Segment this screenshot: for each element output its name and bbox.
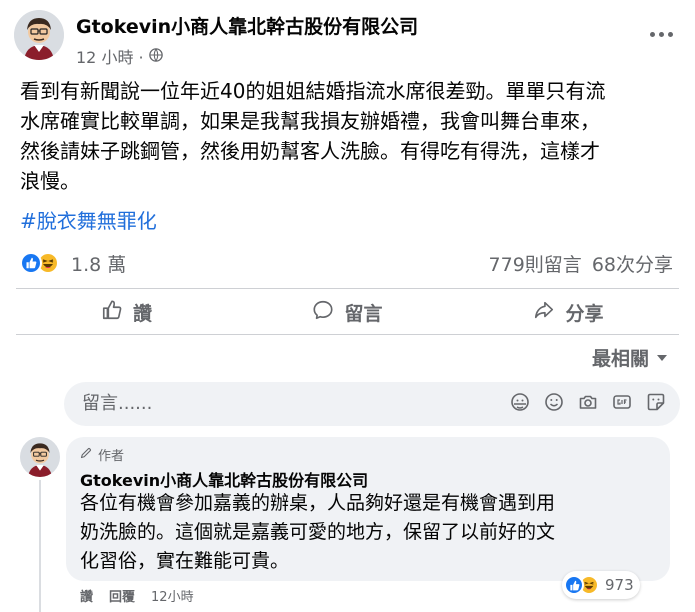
post-stats: 779則留言 68次分享 [489,250,673,277]
comment-like-button[interactable]: 讚 [80,586,93,605]
shares-count-link[interactable]: 68次分享 [592,250,673,277]
reaction-count: 1.8 萬 [71,253,127,276]
author-badge: 作者 [80,445,124,464]
post-time[interactable]: 12 小時 · [76,44,144,68]
post-author-name[interactable]: Gtokevin小商人靠北幹古股份有限公司 [76,12,418,39]
share-label: 分享 [565,302,604,325]
divider [16,334,679,335]
comment-author-name[interactable]: Gtokevin小商人靠北幹古股份有限公司 [80,467,368,491]
share-arrow-icon [533,299,555,326]
thumbs-up-icon [20,252,42,274]
comment-body: 各位有機會參加嘉義的辦桌，人品夠好還是有機會遇到用 奶洗臉的。這個就是嘉義可愛的… [80,489,660,576]
sort-label: 最相關 [591,348,649,370]
divider [16,288,679,289]
composer-tools [510,392,666,412]
comment-reply-button[interactable]: 回覆 [109,586,135,605]
more-options-button[interactable] [641,22,681,46]
avatar-sticker-icon[interactable] [510,392,530,412]
comment-timestamp[interactable]: 12小時 [151,586,194,605]
comment-actions: 讚 回覆 12小時 [80,586,194,605]
comment-bubble-icon [312,299,334,326]
hashtag-link[interactable]: #脫衣舞無罪化 [20,205,157,234]
comment-reaction-count: 973 [605,576,634,594]
like-label: 讚 [132,302,152,325]
post-text-line: 浪慢。 [20,169,80,193]
reaction-summary[interactable]: 1.8 萬 [20,250,126,276]
thumbs-up-icon [564,575,584,595]
post-actions: 讚 留言 分享 [16,291,679,333]
comment-author-avatar[interactable] [20,437,60,477]
comment-bubble: 作者 Gtokevin小商人靠北幹古股份有限公司 各位有機會參加嘉義的辦桌，人品… [66,437,670,581]
post-timestamp[interactable]: 12 小時 · [76,44,163,68]
emoji-icon[interactable] [544,392,564,412]
sticker-icon[interactable] [646,392,666,412]
post-text-line: 然後請妹子跳鋼管，然後用奶幫客人洗臉。有得吃有得洗，這樣才 [20,139,600,163]
comment-button[interactable]: 留言 [237,291,458,333]
thread-line [39,480,41,612]
comment-text-line: 各位有機會參加嘉義的辦桌，人品夠好還是有機會遇到用 [80,492,556,514]
post-text-line: 看到有新聞說一位年近40的姐姐結婚指流水席很差勁。單單只有流 [20,79,606,103]
camera-icon[interactable] [578,392,598,412]
post-text-line: 水席確實比較單調，如果是我幫我損友辦婚禮，我會叫舞台車來， [20,109,600,133]
like-button[interactable]: 讚 [16,291,237,333]
share-button[interactable]: 分享 [458,291,679,333]
comment-text-line: 奶洗臉的。這個就是嘉義可愛的地方，保留了以前好的文 [80,521,556,543]
gif-icon[interactable] [612,392,632,412]
thumbs-up-icon [101,299,123,326]
comments-count-link[interactable]: 779則留言 [489,250,582,277]
chevron-down-icon [657,354,667,361]
author-badge-label: 作者 [98,449,125,464]
pen-icon [80,447,92,463]
comment-reaction-summary[interactable]: 973 [562,571,640,599]
more-horizontal-icon [649,31,655,37]
post-body: 看到有新聞說一位年近40的姐姐結婚指流水席很差勁。單單只有流 水席確實比較單調，… [20,76,680,196]
facebook-post: Gtokevin小商人靠北幹古股份有限公司 12 小時 · 看到有新聞說一位年近… [0,0,695,612]
author-avatar[interactable] [14,10,64,60]
globe-icon [148,47,163,66]
comment-label: 留言 [344,302,383,325]
comment-composer[interactable]: 留言...... [64,382,680,426]
comment-sort-dropdown[interactable]: 最相關 [592,344,667,371]
comment-input[interactable]: 留言...... [82,382,152,426]
